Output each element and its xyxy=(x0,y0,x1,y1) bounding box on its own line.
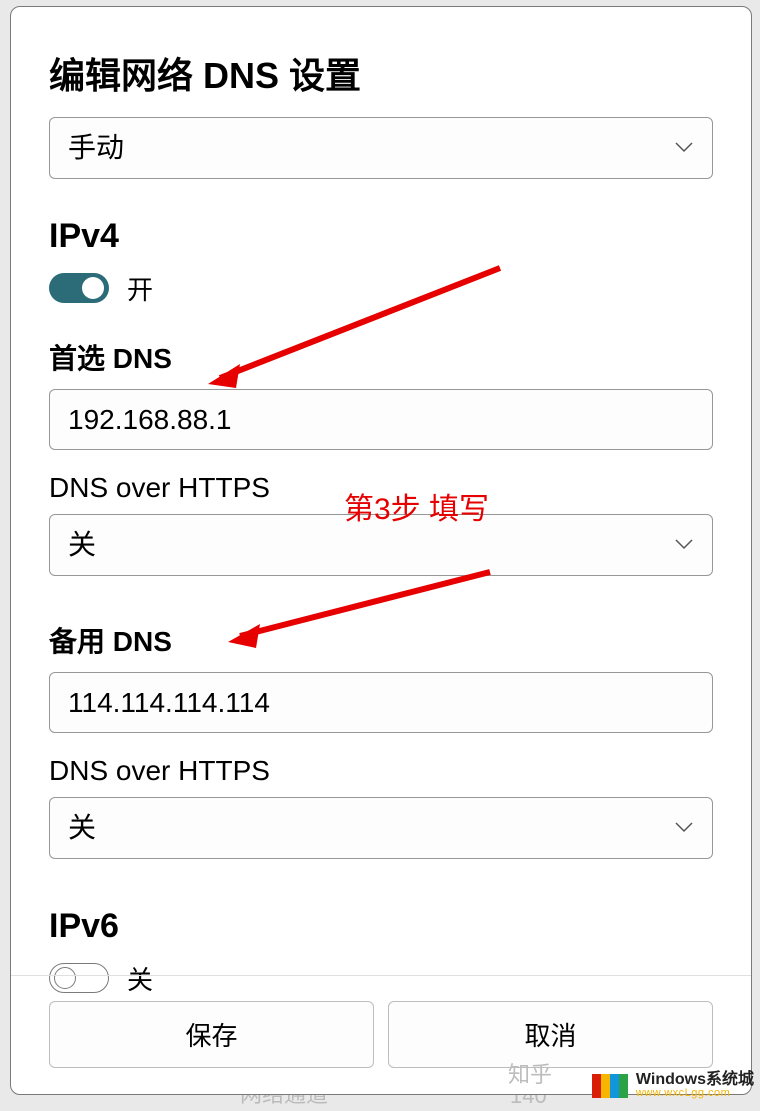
preferred-dns-label: 首选 DNS xyxy=(49,337,713,377)
doh1-label: DNS over HTTPS xyxy=(49,472,713,504)
ipv4-toggle-label: 开 xyxy=(127,270,153,307)
chevron-down-icon xyxy=(675,539,693,551)
toggle-knob xyxy=(82,277,104,299)
save-button[interactable]: 保存 xyxy=(49,1001,374,1068)
ipv4-toggle[interactable] xyxy=(49,273,109,303)
dialog-button-bar: 保存 取消 xyxy=(49,1001,713,1068)
dns-mode-select[interactable]: 手动 xyxy=(49,117,713,179)
preferred-dns-input[interactable] xyxy=(49,389,713,451)
dns-mode-value: 手动 xyxy=(49,117,713,179)
doh2-select[interactable]: 关 xyxy=(49,797,713,859)
watermark-line1: Windows系统城 xyxy=(636,1072,754,1088)
site-watermark: Windows系统城 www.wxcLgg.com xyxy=(592,1072,754,1099)
ipv6-toggle-label: 关 xyxy=(127,960,153,997)
watermark-line2: www.wxcLgg.com xyxy=(636,1088,754,1099)
chevron-down-icon xyxy=(675,142,693,154)
doh1-value: 关 xyxy=(49,514,713,576)
doh2-value: 关 xyxy=(49,797,713,859)
ipv6-toggle[interactable] xyxy=(49,963,109,993)
chevron-down-icon xyxy=(675,822,693,834)
dialog-title: 编辑网络 DNS 设置 xyxy=(49,47,713,99)
ipv6-heading: IPv6 xyxy=(49,907,713,946)
doh2-label: DNS over HTTPS xyxy=(49,755,713,787)
toggle-knob xyxy=(54,967,76,989)
alternate-dns-input[interactable] xyxy=(49,672,713,734)
dns-settings-dialog: 编辑网络 DNS 设置 手动 IPv4 开 首选 DNS DNS over HT… xyxy=(10,6,752,1095)
ipv4-heading: IPv4 xyxy=(49,217,713,256)
doh1-select[interactable]: 关 xyxy=(49,514,713,576)
watermark-logo-icon xyxy=(592,1074,628,1098)
alternate-dns-label: 备用 DNS xyxy=(49,620,713,660)
cancel-button[interactable]: 取消 xyxy=(388,1001,713,1068)
